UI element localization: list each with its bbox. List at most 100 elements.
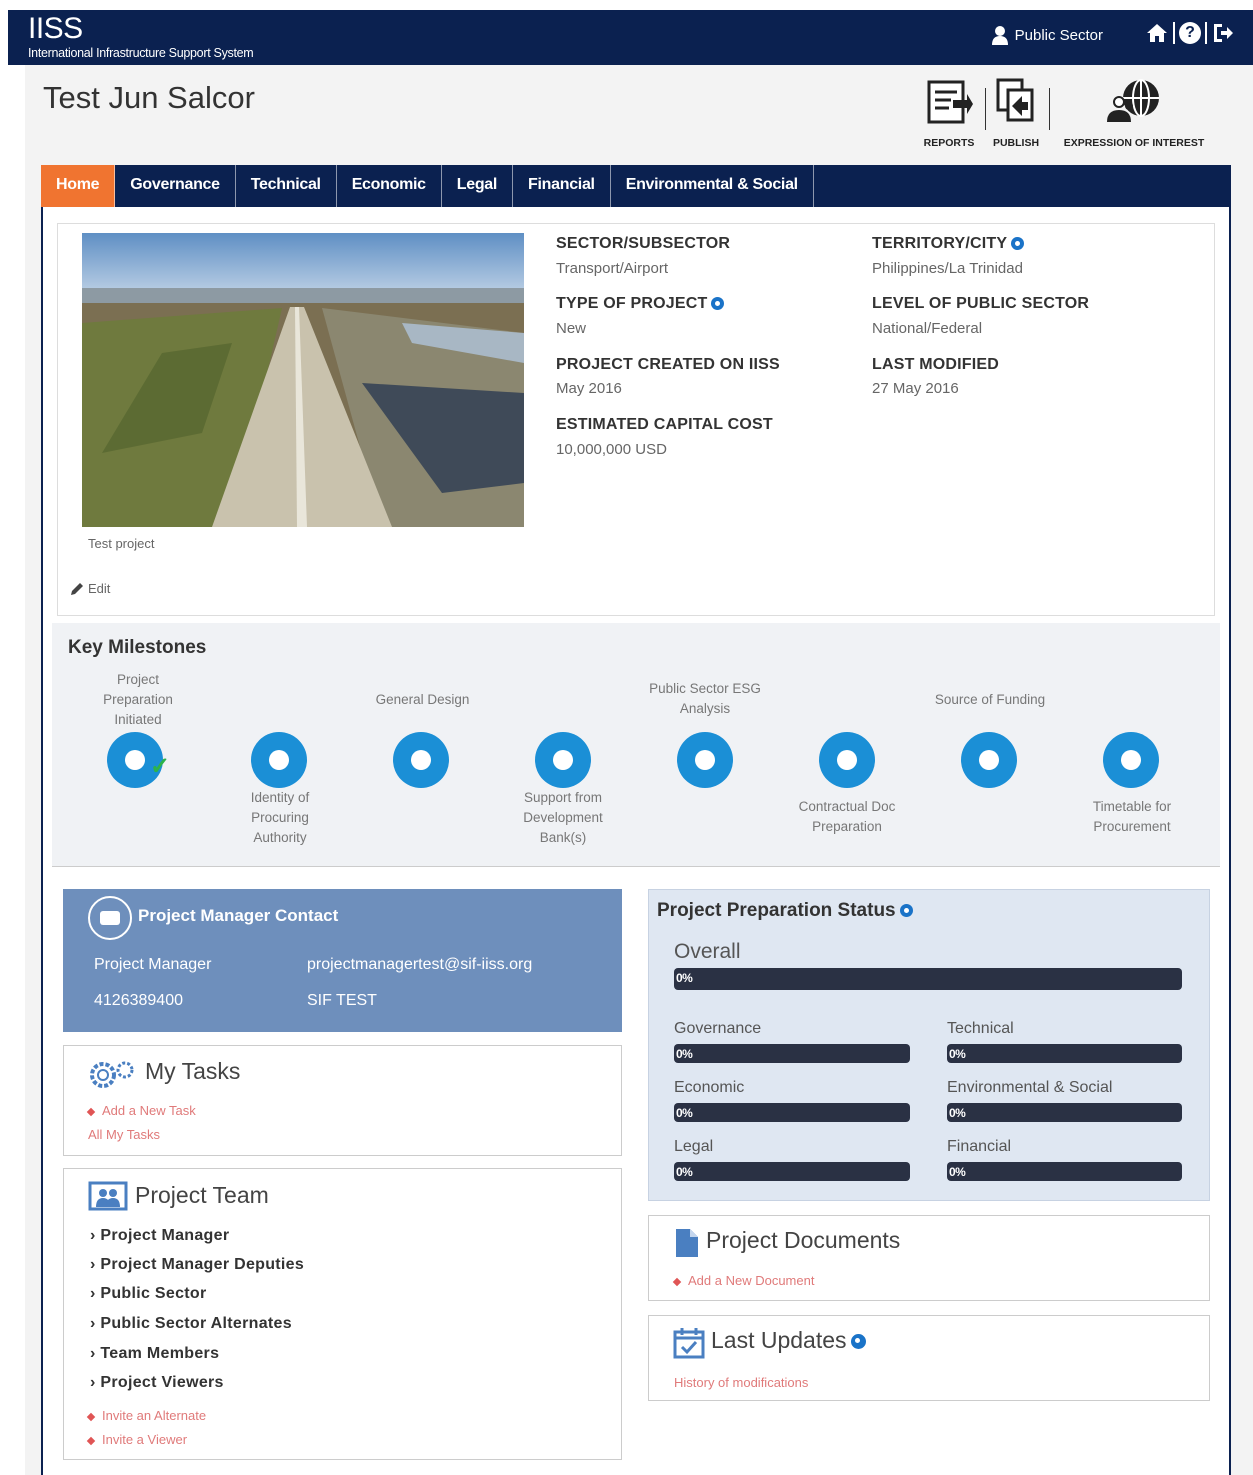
- tab-legal[interactable]: Legal: [442, 165, 514, 207]
- tab-home[interactable]: Home: [41, 165, 116, 207]
- edit-label: Edit: [88, 581, 111, 596]
- contact-role: Project Manager: [94, 956, 212, 973]
- milestone-circle[interactable]: [961, 732, 1017, 788]
- home-icon[interactable]: [1145, 22, 1169, 44]
- reports-icon: [927, 80, 973, 124]
- check-icon: ✓: [150, 753, 171, 780]
- globe-people-icon: [1107, 79, 1159, 122]
- tab-technical[interactable]: Technical: [236, 165, 337, 207]
- milestone-label: Contractual Doc Preparation: [798, 799, 896, 834]
- tab-governance[interactable]: Governance: [115, 165, 236, 207]
- project-documents-title: Project Documents: [706, 1227, 901, 1253]
- milestone-label: Timetable for Procurement: [1092, 799, 1172, 834]
- contact-title: Project Manager Contact: [138, 906, 339, 925]
- divider: [1205, 22, 1207, 44]
- history-link[interactable]: History of modifications: [674, 1375, 808, 1390]
- milestone-circle[interactable]: [393, 732, 449, 788]
- milestone-label: Project Preparation Initiated: [103, 672, 173, 727]
- all-tasks-link[interactable]: All My Tasks: [88, 1127, 160, 1142]
- cost-label: ESTIMATED CAPITAL COST: [556, 416, 773, 433]
- contact-phone: 4126389400: [94, 992, 183, 1009]
- team-item-alternates[interactable]: › Public Sector Alternates: [90, 1315, 292, 1333]
- user-menu[interactable]: Public Sector: [991, 25, 1103, 45]
- tab-financial[interactable]: Financial: [513, 165, 611, 207]
- milestone-circle[interactable]: [251, 732, 307, 788]
- milestone-label: General Design: [375, 692, 470, 707]
- logout-icon[interactable]: [1211, 22, 1235, 44]
- contact-org: SIF TEST: [307, 992, 377, 1009]
- page-title: Test Jun Salcor: [43, 80, 255, 115]
- environmental-label: Environmental & Social: [947, 1079, 1113, 1096]
- milestone-circle[interactable]: [819, 732, 875, 788]
- top-bar: IISS International Infrastructure Suppor…: [8, 10, 1253, 65]
- info-icon[interactable]: [850, 1334, 866, 1350]
- edit-link[interactable]: Edit: [70, 581, 110, 596]
- status-title: Project Preparation Status: [657, 900, 913, 922]
- publish-icon: [996, 78, 1034, 122]
- tab-economic[interactable]: Economic: [337, 165, 442, 207]
- milestones-panel: [52, 623, 1220, 867]
- overall-label: Overall: [674, 940, 741, 963]
- team-item-project-manager[interactable]: › Project Manager: [90, 1227, 229, 1245]
- milestone-circle[interactable]: [535, 732, 591, 788]
- invite-alternate-link[interactable]: Invite an Alternate: [86, 1408, 206, 1423]
- add-task-link[interactable]: Add a New Task: [86, 1103, 196, 1118]
- created-value: May 2016: [556, 380, 622, 397]
- overall-progress-bar: 0%: [674, 968, 1182, 990]
- milestones-title: Key Milestones: [68, 637, 207, 658]
- main-nav: Home Governance Technical Economic Legal…: [41, 165, 1231, 207]
- team-item-members[interactable]: › Team Members: [90, 1345, 219, 1363]
- governance-label: Governance: [674, 1020, 762, 1037]
- publish-label: PUBLISH: [992, 137, 1040, 149]
- user-icon: [991, 26, 1008, 45]
- eoi-label: EXPRESSION OF INTEREST: [1063, 137, 1205, 149]
- divider: [1173, 22, 1175, 44]
- contact-email[interactable]: projectmanagertest@sif-iiss.org: [307, 956, 532, 974]
- milestone-label: Identity of Procuring Authority: [250, 790, 310, 845]
- milestone-circle[interactable]: [1103, 732, 1159, 788]
- user-role: Public Sector: [1014, 26, 1103, 44]
- governance-progress-bar: 0%: [674, 1044, 910, 1063]
- legal-label: Legal: [674, 1138, 714, 1155]
- technical-progress-bar: 0%: [947, 1044, 1182, 1063]
- milestone-label: Public Sector ESG Analysis: [649, 681, 761, 716]
- legal-progress-bar: 0%: [674, 1162, 910, 1181]
- project-team-title: Project Team: [135, 1182, 269, 1208]
- economic-label: Economic: [674, 1079, 745, 1096]
- sector-label: SECTOR/SUBSECTOR: [556, 235, 731, 252]
- help-icon[interactable]: ?: [1179, 22, 1201, 44]
- info-icon[interactable]: [1011, 237, 1025, 251]
- economic-progress-bar: 0%: [674, 1103, 910, 1122]
- add-document-link[interactable]: Add a New Document: [672, 1273, 814, 1288]
- modified-label: LAST MODIFIED: [872, 356, 1000, 373]
- team-icon: [88, 1181, 128, 1211]
- territory-label: TERRITORY/CITY: [872, 235, 1025, 253]
- info-icon[interactable]: [899, 904, 913, 918]
- financial-label: Financial: [947, 1138, 1012, 1155]
- document-icon: [676, 1229, 698, 1257]
- my-tasks-title: My Tasks: [145, 1058, 241, 1084]
- top-icons: ?: [1145, 22, 1235, 44]
- type-value: New: [556, 320, 587, 337]
- created-label: PROJECT CREATED ON IISS: [556, 356, 780, 373]
- expression-of-interest-button[interactable]: EXPRESSION OF INTEREST: [1054, 78, 1214, 149]
- divider: [1049, 88, 1050, 130]
- team-item-public-sector[interactable]: › Public Sector: [90, 1285, 207, 1303]
- team-item-deputies[interactable]: › Project Manager Deputies: [90, 1256, 304, 1274]
- financial-progress-bar: 0%: [947, 1162, 1182, 1181]
- logo[interactable]: IISS: [28, 14, 83, 44]
- modified-value: 27 May 2016: [872, 380, 959, 397]
- envelope-icon: [88, 896, 132, 940]
- milestone-circle[interactable]: [677, 732, 733, 788]
- info-icon[interactable]: [711, 297, 725, 311]
- environmental-progress-bar: 0%: [947, 1103, 1182, 1122]
- publish-button[interactable]: PUBLISH: [988, 78, 1044, 149]
- reports-button[interactable]: REPORTS: [918, 78, 980, 149]
- team-item-viewers[interactable]: › Project Viewers: [90, 1374, 224, 1392]
- cost-value: 10,000,000 USD: [556, 441, 667, 458]
- invite-viewer-link[interactable]: Invite a Viewer: [86, 1432, 187, 1447]
- tab-environmental-social[interactable]: Environmental & Social: [611, 165, 814, 207]
- calendar-icon: [673, 1328, 705, 1359]
- project-image: [82, 233, 524, 527]
- gears-icon: [90, 1061, 134, 1088]
